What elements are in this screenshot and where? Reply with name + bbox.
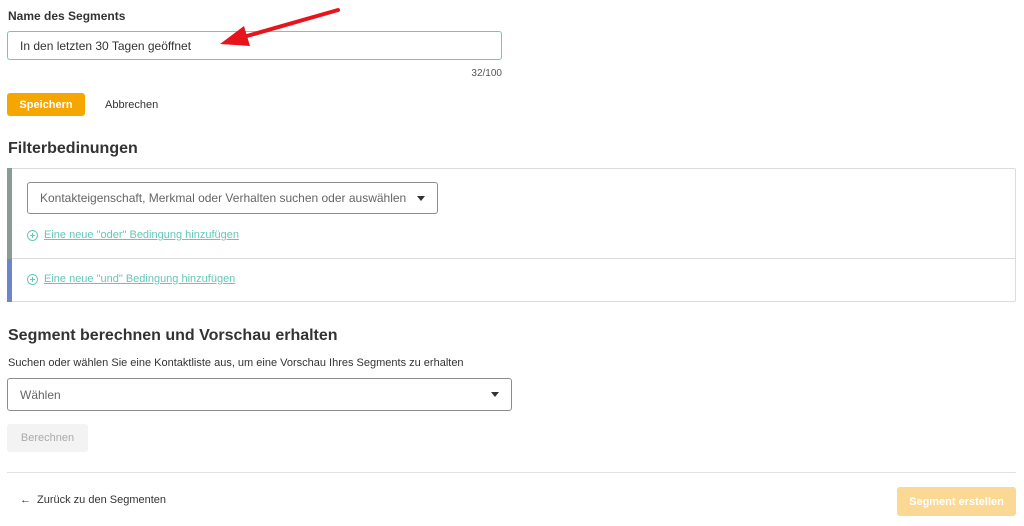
red-arrow-icon bbox=[220, 8, 340, 46]
and-group-stripe bbox=[7, 259, 12, 302]
or-group-stripe bbox=[7, 168, 12, 259]
compute-button[interactable]: Berechnen bbox=[7, 424, 88, 452]
add-and-condition-label: Eine neue "und" Bedingung hinzufügen bbox=[44, 273, 236, 285]
contact-property-select[interactable]: Kontakteigenschaft, Merkmal oder Verhalt… bbox=[27, 182, 438, 214]
add-or-condition-label: Eine neue "oder" Bedingung hinzufügen bbox=[44, 229, 239, 241]
add-and-condition-link[interactable]: Eine neue "und" Bedingung hinzufügen bbox=[27, 273, 235, 285]
character-counter: 32/100 bbox=[471, 68, 502, 79]
back-to-segments-link[interactable]: ← Zurück zu den Segmenten bbox=[20, 494, 166, 506]
cancel-button[interactable]: Abbrechen bbox=[95, 93, 168, 116]
contact-list-select[interactable]: Wählen bbox=[7, 378, 512, 411]
segment-preview-subtitle: Suchen oder wählen Sie eine Kontaktliste… bbox=[8, 357, 464, 369]
segment-name-label: Name des Segments bbox=[8, 9, 126, 23]
left-arrow-icon: ← bbox=[20, 494, 31, 506]
caret-down-icon bbox=[417, 195, 425, 201]
back-to-segments-label: Zurück zu den Segmenten bbox=[37, 494, 167, 506]
contact-list-placeholder: Wählen bbox=[20, 387, 61, 402]
filter-group-divider bbox=[12, 258, 1016, 259]
footer-divider bbox=[7, 472, 1016, 473]
caret-down-icon bbox=[491, 392, 499, 397]
add-or-condition-link[interactable]: Eine neue "oder" Bedingung hinzufügen bbox=[27, 229, 239, 241]
save-button[interactable]: Speichern bbox=[7, 93, 85, 116]
plus-circle-icon bbox=[27, 273, 38, 285]
segment-preview-title: Segment berechnen und Vorschau erhalten bbox=[8, 327, 338, 344]
create-segment-button[interactable]: Segment erstellen bbox=[897, 487, 1016, 516]
contact-property-placeholder: Kontakteigenschaft, Merkmal oder Verhalt… bbox=[40, 191, 407, 205]
plus-circle-icon bbox=[27, 229, 38, 241]
filter-conditions-title: Filterbedinungen bbox=[8, 140, 138, 157]
